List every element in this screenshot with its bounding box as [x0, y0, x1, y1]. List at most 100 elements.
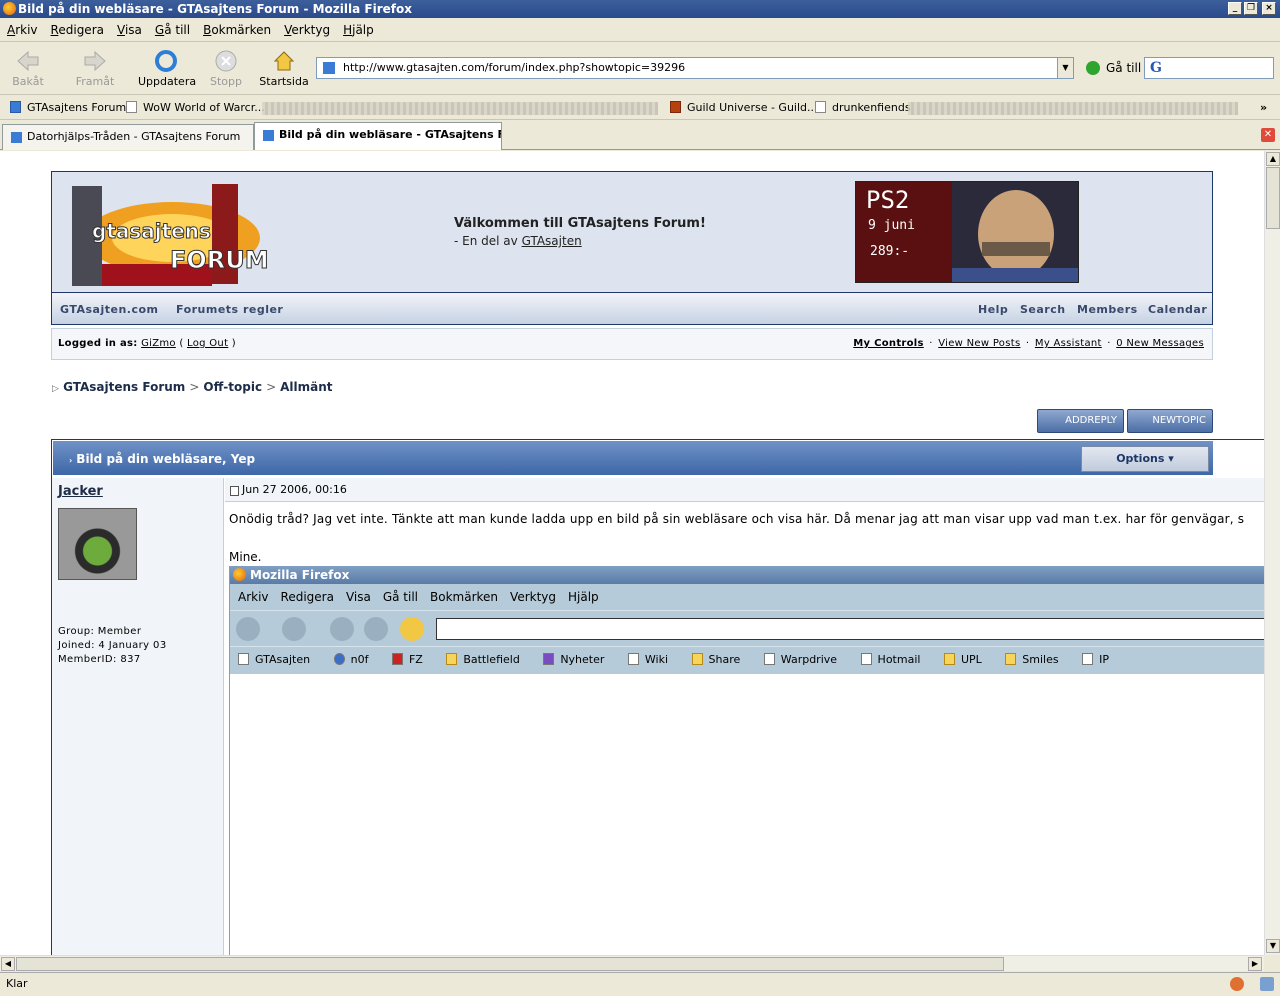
- page-icon: [815, 101, 826, 113]
- go-label: Gå till: [1106, 61, 1142, 75]
- back-button[interactable]: Bakåt: [0, 49, 56, 88]
- tab-bar: Datorhjälps-Tråden - GTAsajtens Forum Bi…: [0, 121, 1280, 150]
- topic-arrow-icon: ›: [69, 456, 73, 465]
- maximize-button[interactable]: ❐: [1244, 2, 1258, 15]
- forward-button[interactable]: Framåt: [67, 49, 123, 88]
- google-search-input[interactable]: G: [1144, 57, 1274, 79]
- author-name[interactable]: Jacker: [58, 484, 103, 499]
- extension-icon[interactable]: [1230, 977, 1244, 991]
- nav-gtasajten[interactable]: GTAsajten.com: [60, 303, 159, 316]
- vertical-scrollbar[interactable]: ▲ ▼: [1264, 151, 1280, 955]
- forum-nav-bar: GTAsajten.com Forumets regler Help Searc…: [51, 293, 1213, 325]
- ad-character-art: [952, 182, 1078, 282]
- bookmark-gtasajtens-forum[interactable]: GTAsajtens Forum: [10, 101, 126, 114]
- nav-search[interactable]: Search: [1020, 303, 1066, 316]
- author-group: Group: Member: [58, 626, 142, 637]
- post-text: Onödig tråd? Jag vet inte. Tänkte att ma…: [229, 512, 1245, 526]
- close-tab-icon[interactable]: ✕: [1261, 128, 1275, 142]
- chevron-more-icon[interactable]: »: [1260, 101, 1267, 114]
- post-icon: [230, 486, 239, 496]
- vertical-scroll-thumb[interactable]: [1266, 167, 1280, 229]
- menu-hjalp[interactable]: Hjälp: [336, 20, 380, 37]
- nav-members[interactable]: Members: [1077, 303, 1138, 316]
- window-title: Bild på din webläsare - GTAsajtens Forum…: [18, 2, 412, 16]
- ad-price: 289:-: [870, 244, 910, 259]
- my-controls-link[interactable]: My Controls: [853, 338, 924, 349]
- logout-link[interactable]: Log Out: [187, 338, 228, 349]
- breadcrumb-allmant[interactable]: Allmänt: [280, 380, 332, 394]
- logged-in-label: Logged in as:: [58, 338, 138, 349]
- ps2-advertisement[interactable]: PS2 9 juni 289:-: [855, 181, 1079, 283]
- site-favicon: [323, 62, 335, 74]
- embedded-screenshot: Mozilla Firefox Arkiv Redigera Visa Gå till…: [229, 566, 1264, 955]
- forward-label: Framåt: [75, 75, 115, 88]
- address-bar[interactable]: http://www.gtasajten.com/forum/index.php…: [316, 57, 1074, 79]
- go-icon: [1086, 61, 1100, 75]
- reload-icon: [330, 617, 354, 641]
- menu-ga-till[interactable]: Gå till: [148, 20, 196, 37]
- menu-visa[interactable]: Visa: [110, 20, 148, 37]
- resize-grip-icon: [1260, 977, 1274, 991]
- home-button[interactable]: Startsida: [256, 49, 312, 88]
- site-favicon: [263, 130, 274, 141]
- svg-text:FORUM: FORUM: [170, 246, 269, 274]
- embedded-bookmarks-bar: GTAsajten n0f FZ Battlefield Nyheter Wik…: [230, 646, 1264, 674]
- minimize-button[interactable]: _: [1228, 2, 1242, 15]
- go-button[interactable]: Gå till: [1086, 61, 1141, 75]
- nav-forumets-regler[interactable]: Forumets regler: [176, 303, 283, 316]
- breadcrumb-forum[interactable]: GTAsajtens Forum: [63, 380, 185, 394]
- bookmark-wow[interactable]: WoW World of Warcr...: [126, 101, 265, 114]
- user-controls: My Controls · View New Posts · My Assist…: [853, 338, 1204, 349]
- post-table: › Bild på din webläsare, Yep Options ▾ Ja…: [51, 439, 1264, 955]
- gtasajten-link[interactable]: GTAsajten: [522, 234, 582, 248]
- nav-help[interactable]: Help: [978, 303, 1008, 316]
- blurred-bookmarks: [908, 102, 1238, 115]
- user-link[interactable]: GiZmo: [141, 338, 176, 349]
- menu-bokmarken[interactable]: Bokmärken: [196, 20, 277, 37]
- topic-header: › Bild på din webläsare, Yep Options ▾: [52, 440, 1214, 476]
- options-button[interactable]: Options ▾: [1081, 446, 1209, 472]
- firefox-icon: [3, 2, 16, 15]
- breadcrumb-arrow-icon: ▷: [52, 384, 59, 394]
- embedded-address-bar: [436, 618, 1264, 640]
- new-topic-button[interactable]: NEWTOPIC: [1127, 409, 1213, 433]
- reload-icon: [155, 50, 177, 72]
- menu-redigera[interactable]: Redigera: [44, 20, 110, 37]
- svg-text:gtasajtens: gtasajtens: [92, 219, 211, 243]
- reload-button[interactable]: Uppdatera: [138, 49, 196, 88]
- menu-verktyg[interactable]: Verktyg: [277, 20, 336, 37]
- stop-button[interactable]: Stopp: [198, 49, 254, 88]
- author-meta: Group: Member Joined: 4 January 03 Membe…: [58, 625, 167, 667]
- my-assistant-link[interactable]: My Assistant: [1035, 338, 1102, 349]
- google-icon: G: [1150, 60, 1162, 76]
- author-column: Jacker Group: Member Joined: 4 January 0…: [52, 478, 224, 955]
- scroll-up-icon[interactable]: ▲: [1266, 152, 1280, 166]
- back-arrow-icon: [17, 50, 39, 72]
- scroll-right-icon[interactable]: ▶: [1248, 957, 1262, 971]
- ad-date: 9 juni: [868, 218, 915, 233]
- bookmark-drunkenfiends[interactable]: drunkenfiends: [815, 101, 911, 114]
- add-reply-button[interactable]: ADDREPLY: [1037, 409, 1124, 433]
- horizontal-scroll-thumb[interactable]: [16, 957, 1004, 971]
- user-bar: Logged in as: GiZmo ( Log Out ) My Contr…: [51, 328, 1213, 360]
- tab-datorhjalp[interactable]: Datorhjälps-Tråden - GTAsajtens Forum: [2, 124, 254, 150]
- menu-arkiv[interactable]: Arkiv: [0, 20, 44, 37]
- nav-calendar[interactable]: Calendar: [1148, 303, 1207, 316]
- view-new-posts-link[interactable]: View New Posts: [938, 338, 1020, 349]
- embedded-toolbar: [230, 610, 1264, 646]
- horizontal-scrollbar[interactable]: ◀ ▶: [0, 955, 1264, 971]
- url-dropdown-icon[interactable]: ▼: [1057, 58, 1073, 78]
- embedded-title-bar: Mozilla Firefox: [230, 566, 1264, 584]
- tab-bild-pa-din-weblasare[interactable]: Bild på din webläsare - GTAsajtens F...: [254, 122, 502, 150]
- scroll-down-icon[interactable]: ▼: [1266, 939, 1280, 953]
- url-text: http://www.gtasajten.com/forum/index.php…: [343, 61, 686, 74]
- forum-banner: gtasajtens FORUM Välkommen till GTAsajte…: [51, 171, 1213, 293]
- bookmark-guild-universe[interactable]: Guild Universe - Guild...: [670, 101, 818, 114]
- navigation-toolbar: Bakåt Framåt Uppdatera Stopp Startsida h…: [0, 43, 1280, 95]
- new-messages-link[interactable]: 0 New Messages: [1116, 338, 1204, 349]
- close-button[interactable]: ×: [1262, 2, 1276, 15]
- status-bar: Klar: [0, 972, 1280, 996]
- forward-arrow-icon: [282, 617, 306, 641]
- scroll-left-icon[interactable]: ◀: [1, 957, 15, 971]
- breadcrumb-off-topic[interactable]: Off-topic: [203, 380, 262, 394]
